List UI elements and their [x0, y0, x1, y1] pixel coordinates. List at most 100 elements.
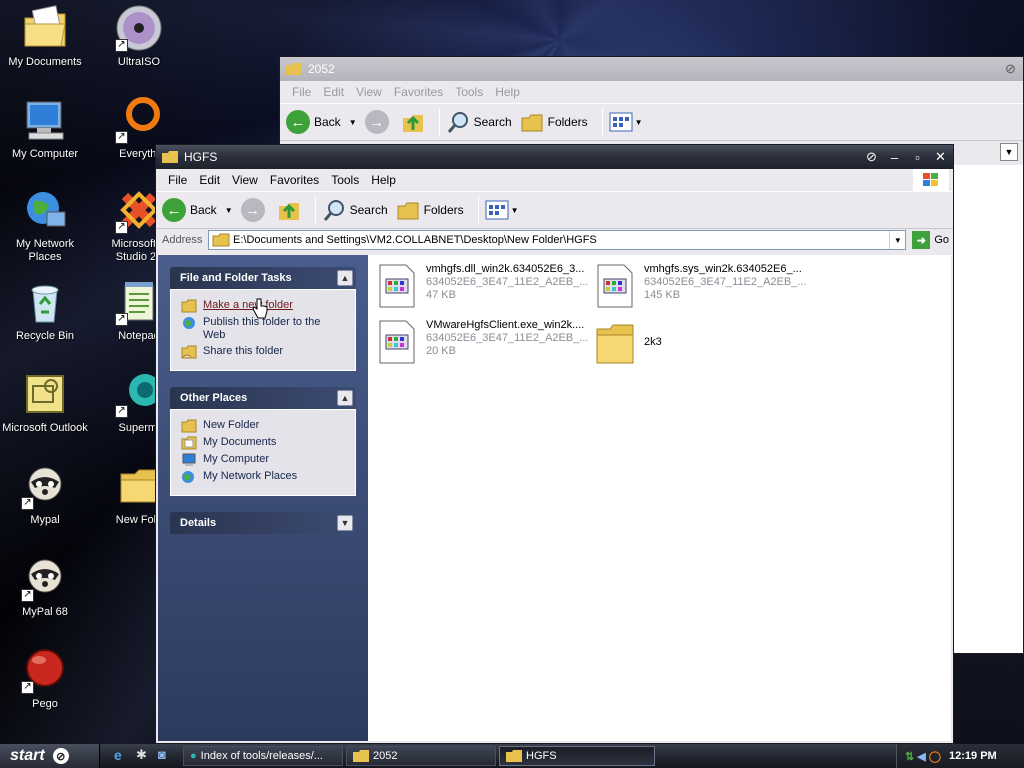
place-label: New Folder [203, 419, 260, 431]
desktop-icon-my-computer[interactable]: My Computer [2, 96, 88, 161]
menu-favorites[interactable]: Favorites [388, 85, 449, 99]
file-name: vmhgfs.dll_win2k.634052E6_3... [426, 263, 585, 275]
back-arrow-icon: ← [162, 198, 186, 222]
up-button[interactable] [277, 198, 301, 222]
toolbar-separator [601, 108, 603, 136]
taskbar: start ⊘ e ✱ ◙ ● Index of tools/releases/… [0, 744, 1024, 768]
place-my-network-places[interactable]: My Network Places [181, 470, 345, 484]
maximize-button[interactable]: ▫ [907, 147, 928, 168]
taskbar-item-browser[interactable]: ● Index of tools/releases/... [183, 746, 343, 766]
menu-view[interactable]: View [350, 85, 388, 99]
views-button[interactable]: ▼ [485, 200, 519, 220]
menu-edit[interactable]: Edit [193, 173, 226, 187]
taskbar-item-hgfs[interactable]: HGFS [499, 746, 655, 766]
desktop-icon-mypal-68[interactable]: ↗ MyPal 68 [2, 554, 88, 619]
desktop-icon-mypal[interactable]: ↗ Mypal [2, 462, 88, 527]
show-desktop-icon[interactable]: ◙ [158, 747, 176, 765]
folder-icon [181, 419, 197, 433]
menu-file[interactable]: File [162, 173, 193, 187]
desktop-icon-pego[interactable]: ↗ Pego [2, 646, 88, 711]
my-documents-icon [181, 436, 197, 450]
folder-up-icon [278, 203, 299, 220]
ie-icon[interactable]: e [114, 747, 132, 765]
menu-favorites[interactable]: Favorites [264, 173, 325, 187]
task-label: Publish this folder to the Web [203, 316, 321, 341]
back-button[interactable]: ← Back ▼ [286, 110, 357, 134]
folder-icon [506, 750, 522, 762]
menu-tools[interactable]: Tools [449, 85, 489, 99]
window-hgfs[interactable]: HGFS ⊘ – ▫ ✕ File Edit View Favorites To… [155, 144, 954, 744]
taskbar-item-2052[interactable]: 2052 [346, 746, 496, 766]
menu-tools[interactable]: Tools [325, 173, 365, 187]
file-size: 20 KB [426, 345, 456, 357]
close-button[interactable]: ✕ [930, 147, 951, 168]
file-item[interactable]: vmhgfs.dll_win2k.634052E6_3... 634052E6_… [378, 263, 589, 309]
shortcut-arrow-icon: ↗ [21, 589, 34, 602]
folders-button[interactable]: Folders [520, 110, 588, 134]
file-item[interactable]: VMwareHgfsClient.exe_win2k.... 634052E6_… [378, 319, 589, 365]
forward-button[interactable]: → [240, 198, 269, 222]
place-label: My Documents [203, 436, 277, 448]
raccoon-icon[interactable]: ✱ [136, 747, 154, 765]
desktop-icon-my-network-places[interactable]: My Network Places [2, 186, 88, 264]
desktop-icon-label: Microsoft Outlook [2, 422, 88, 434]
minimize-button[interactable]: – [884, 147, 905, 168]
place-my-computer[interactable]: My Computer [181, 453, 345, 467]
address-dropdown-button[interactable]: ▼ [1000, 143, 1018, 161]
up-button[interactable] [401, 110, 425, 134]
start-button[interactable]: start ⊘ [0, 744, 100, 768]
search-button[interactable]: Search [446, 110, 512, 134]
panel-header[interactable]: Details ▼ [170, 512, 356, 534]
window-2052-titlebar[interactable]: 2052 ⊘ [280, 57, 1023, 81]
panel-header[interactable]: File and Folder Tasks ▲ [170, 267, 356, 289]
folder-item[interactable]: 2k3 [596, 321, 662, 367]
quick-launch: e ✱ ◙ [114, 747, 180, 765]
folder-icon [596, 324, 634, 364]
recycle-bin-icon [21, 278, 69, 326]
forward-button[interactable]: → [364, 110, 393, 134]
tray-volume-icon[interactable]: ◀ [917, 750, 925, 763]
other-places-panel: Other Places ▲ New Folder My Documents M… [170, 387, 356, 496]
task-share-folder[interactable]: Share this folder [181, 345, 345, 359]
desktop-icon-ultraiso[interactable]: ↗ UltraISO [96, 4, 182, 69]
tray-network-icon[interactable]: ⇅ [905, 750, 914, 763]
menu-file[interactable]: File [286, 85, 317, 99]
desktop-icon-label: Notepad [118, 330, 160, 342]
file-name: VMwareHgfsClient.exe_win2k.... [426, 319, 585, 331]
file-item[interactable]: vmhgfs.sys_win2k.634052E6_... 634052E6_3… [596, 263, 807, 309]
menu-view[interactable]: View [226, 173, 264, 187]
window-hgfs-titlebar[interactable]: HGFS ⊘ – ▫ ✕ [156, 145, 953, 169]
desktop-icon-label: My Network Places [15, 238, 75, 263]
collapse-icon[interactable]: ▲ [337, 390, 353, 406]
toolbar-separator [314, 196, 316, 224]
tray-search-icon[interactable]: ◯ [929, 750, 941, 763]
back-button[interactable]: ← Back ▼ [162, 198, 233, 222]
address-input[interactable]: E:\Documents and Settings\VM2.COLLABNET\… [208, 230, 907, 250]
menu-edit[interactable]: Edit [317, 85, 350, 99]
address-dropdown-button[interactable]: ▼ [889, 231, 905, 249]
raccoon-icon: ↗ [21, 554, 69, 602]
collapse-icon[interactable]: ▲ [337, 270, 353, 286]
clock[interactable]: 12:19 PM [949, 750, 997, 762]
panel-title: File and Folder Tasks [180, 272, 292, 284]
search-button[interactable]: Search [322, 198, 388, 222]
desktop-icon-recycle-bin[interactable]: Recycle Bin [2, 278, 88, 343]
folders-button[interactable]: Folders [396, 198, 464, 222]
menu-help[interactable]: Help [365, 173, 402, 187]
desktop-icon-my-documents[interactable]: My Documents [2, 4, 88, 69]
place-new-folder[interactable]: New Folder [181, 419, 345, 433]
views-button[interactable]: ▼ [609, 112, 643, 132]
disc-icon: ↗ [115, 4, 163, 52]
system-file-icon [379, 320, 415, 364]
search-icon [447, 112, 468, 133]
file-description: 634052E6_3E47_11E2_A2EB_... [426, 276, 589, 288]
panel-header[interactable]: Other Places ▲ [170, 387, 356, 409]
search-label: Search [349, 203, 388, 217]
go-button[interactable]: ➜ Go [912, 231, 949, 249]
expand-icon[interactable]: ▼ [337, 515, 353, 531]
menu-help[interactable]: Help [489, 85, 526, 99]
file-size: 145 KB [644, 289, 681, 301]
shortcut-arrow-icon: ↗ [115, 221, 128, 234]
desktop-icon-outlook[interactable]: Microsoft Outlook [2, 370, 88, 435]
place-my-documents[interactable]: My Documents [181, 436, 345, 450]
